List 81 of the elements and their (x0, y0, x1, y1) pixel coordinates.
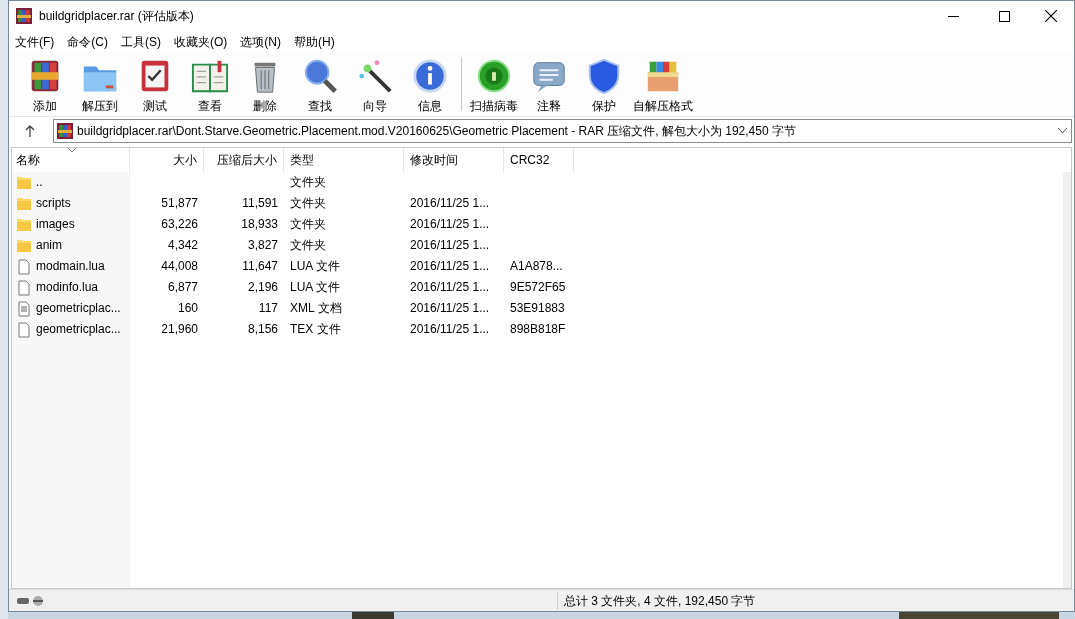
sort-caret-icon (68, 148, 76, 153)
table-cell: 2016/11/25 1... (410, 322, 490, 336)
table-cell: 8,156 (247, 322, 278, 336)
menu-item[interactable]: 帮助(H) (294, 33, 335, 51)
maximize-icon[interactable] (999, 10, 1010, 22)
table-cell: 898B818F (510, 322, 566, 336)
address-path: buildgridplacer.rar\Dont.Starve.Geometric.Placement.mod.V20160625\Geometric Placement - RAR 压缩文件, 解包大小为 192,450 字节 (77, 123, 796, 140)
column-header[interactable]: 大小 (130, 148, 204, 172)
file-name[interactable]: .. (36, 172, 43, 193)
address-bar[interactable]: buildgridplacer.rar\Dont.Starve.Geometric.Placement.mod.V20160625\Geometric Placement - RAR 压缩文件, 解包大小为 192,450 字节 (53, 119, 1072, 143)
column-header[interactable]: 类型 (284, 148, 404, 172)
text-file-icon (16, 300, 32, 317)
column-header[interactable]: 压缩后大小 (204, 148, 284, 172)
file-icon (16, 279, 32, 296)
menu-item[interactable]: 选项(N) (240, 33, 281, 51)
toolbar-button[interactable]: 向导 (347, 57, 402, 115)
table-cell: XML 文档 (290, 301, 342, 315)
table-cell: TEX 文件 (290, 322, 341, 336)
toolbar-button[interactable]: 解压到 (72, 57, 127, 115)
toolbar-button[interactable]: 自解压格式 (631, 57, 695, 115)
toolbar-button[interactable]: 添加 (17, 57, 72, 115)
table-cell: 3,827 (247, 238, 278, 252)
desktop-background (352, 612, 394, 619)
table-cell: 文件夹 (290, 175, 326, 189)
menu-item[interactable]: 收藏夹(O) (174, 33, 228, 51)
table-cell: 文件夹 (290, 196, 326, 210)
file-name[interactable]: modmain.lua (36, 256, 105, 277)
archive-icon (57, 123, 73, 139)
table-cell: 9E572F65 (510, 280, 566, 294)
table-cell: LUA 文件 (290, 259, 340, 273)
table-cell: 11,647 (242, 259, 278, 273)
file-icon (16, 258, 32, 275)
column-header[interactable]: 修改时间 (404, 148, 504, 172)
info-icon (410, 57, 449, 95)
table-cell: 51,877 (161, 196, 198, 210)
table-cell: 2016/11/25 1... (410, 259, 490, 273)
table-cell: 2016/11/25 1... (410, 196, 490, 210)
column-header[interactable]: CRC32 (504, 148, 574, 172)
table-cell: 44,008 (161, 259, 198, 273)
file-name[interactable]: geometricplac... (36, 298, 121, 319)
window-title: buildgridplacer.rar (评估版本) (39, 8, 194, 25)
dropdown-caret-icon[interactable] (1058, 128, 1067, 134)
table-cell: 18,933 (241, 217, 278, 231)
table-cell: 11,591 (242, 196, 278, 210)
table-cell: 2016/11/25 1... (410, 217, 490, 231)
file-name[interactable]: images (36, 214, 75, 235)
table-cell: 4,342 (167, 238, 198, 252)
table-cell: A1A878... (510, 259, 563, 273)
table-cell: 2,196 (247, 280, 278, 294)
up-arrow-icon[interactable] (25, 125, 35, 137)
toolbar-button[interactable]: 信息 (402, 57, 457, 115)
file-icon (16, 321, 32, 338)
table-cell: 6,877 (167, 280, 198, 294)
table-cell: 160 (177, 301, 198, 315)
table-cell: 2016/11/25 1... (410, 238, 490, 252)
menu-item[interactable]: 文件(F) (15, 33, 55, 51)
status-text: 总计 3 文件夹, 4 文件, 192,450 字节 (564, 592, 756, 610)
file-name[interactable]: anim (36, 235, 62, 256)
menu-item[interactable]: 命令(C) (67, 33, 108, 51)
toolbar-button[interactable]: 保护 (576, 57, 631, 115)
file-name[interactable]: geometricplac... (36, 319, 121, 340)
menu-item[interactable]: 工具(S) (121, 33, 161, 51)
table-cell: 文件夹 (290, 217, 326, 231)
file-name[interactable]: scripts (36, 193, 71, 214)
file-name[interactable]: modinfo.lua (36, 277, 99, 298)
toolbar-button[interactable]: 扫描病毒 (466, 57, 521, 115)
table-cell: 21,960 (161, 322, 198, 336)
table-cell: 2016/11/25 1... (410, 280, 490, 294)
toolbar-button[interactable]: 查看 (182, 57, 237, 115)
close-icon[interactable] (1045, 10, 1057, 22)
table-cell: LUA 文件 (290, 280, 340, 294)
toolbar-button[interactable]: 注释 (521, 57, 576, 115)
archive-icon (16, 8, 32, 24)
table-cell: 文件夹 (290, 238, 326, 252)
toolbar-button[interactable]: 测试 (127, 57, 182, 115)
table-cell: 63,226 (161, 217, 198, 231)
table-cell: 53E91883 (510, 301, 565, 315)
toolbar-button[interactable]: 删除 (237, 57, 292, 115)
table-cell: 117 (258, 301, 278, 315)
toolbar-button[interactable]: 查找 (292, 57, 347, 115)
table-cell: 2016/11/25 1... (410, 301, 490, 315)
